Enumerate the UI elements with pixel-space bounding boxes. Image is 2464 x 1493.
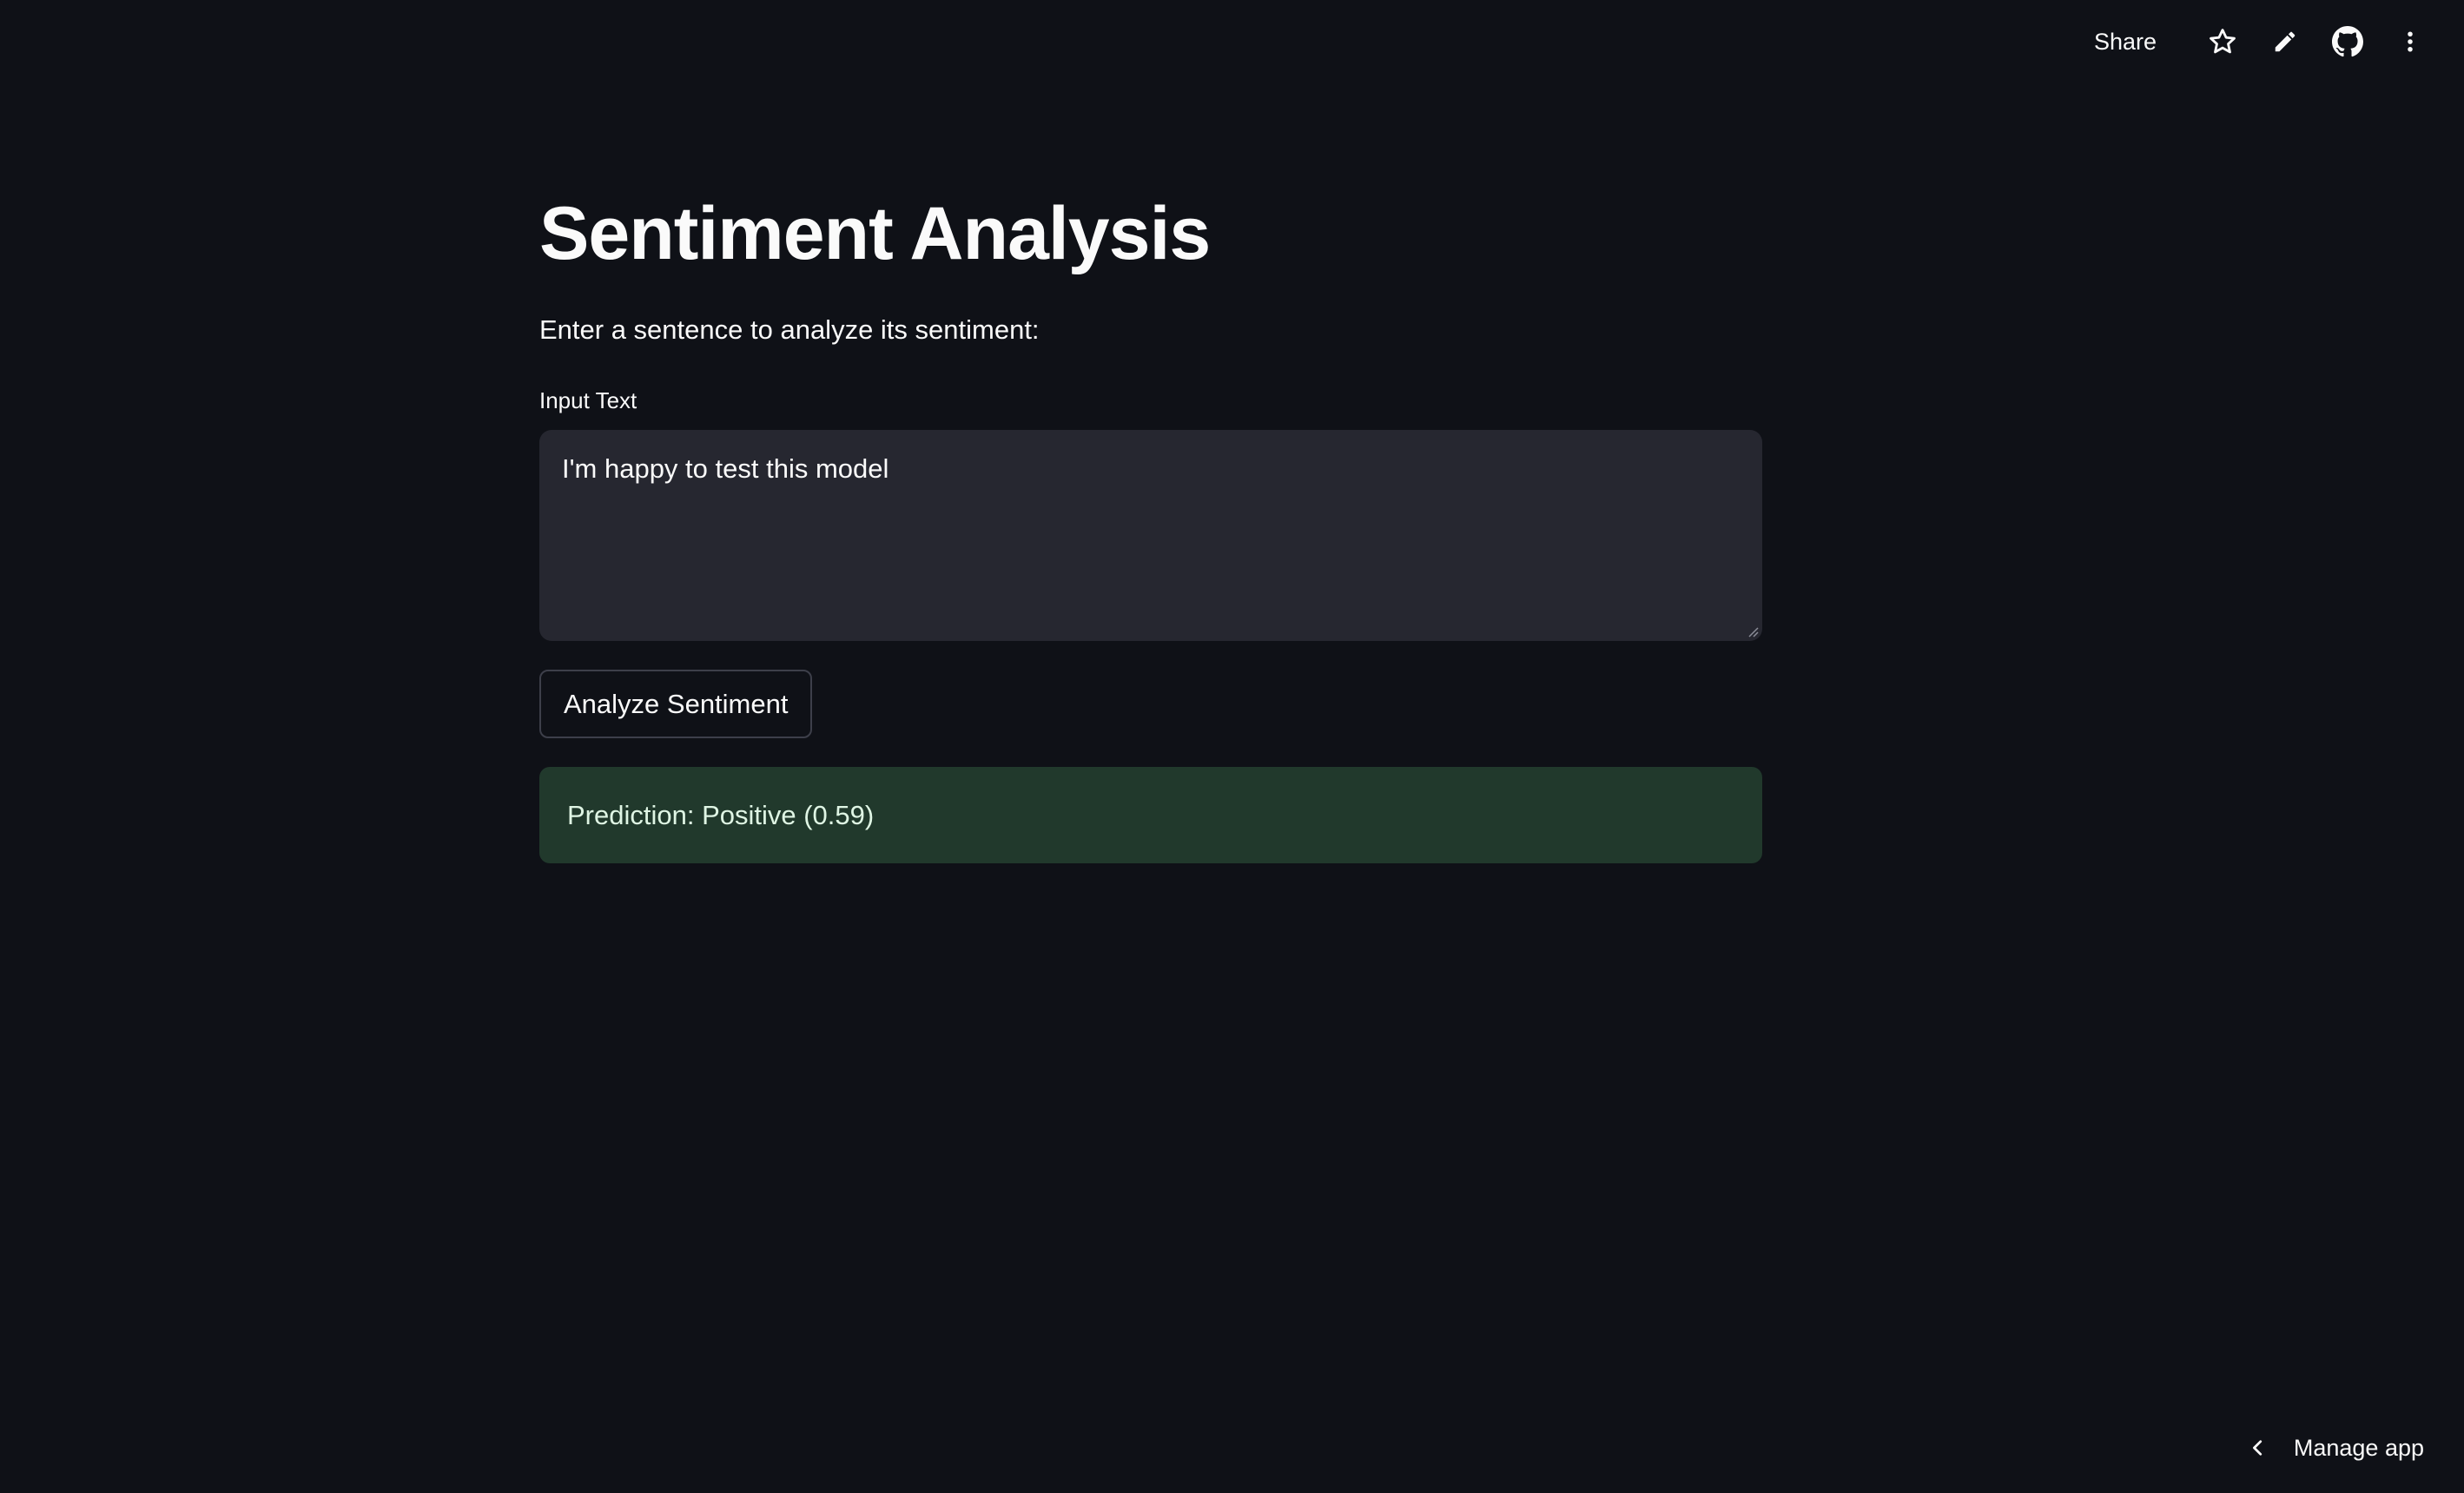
input-text-area[interactable]: I'm happy to test this model [539,430,1762,641]
manage-app-button[interactable]: Manage app [2249,1422,2424,1474]
share-button[interactable]: Share [2082,22,2169,63]
pencil-icon[interactable] [2263,19,2308,64]
input-text-label: Input Text [539,387,637,413]
more-vertical-icon[interactable] [2388,19,2433,64]
page-title: Sentiment Analysis [539,192,1211,275]
analyze-sentiment-button[interactable]: Analyze Sentiment [539,670,813,738]
prediction-result-text: Prediction: Positive (0.59) [567,799,875,830]
app-toolbar: Share [2082,17,2433,66]
page-subtitle: Enter a sentence to analyze its sentimen… [539,314,1040,345]
prediction-result-alert: Prediction: Positive (0.59) [539,767,1762,863]
manage-app-label: Manage app [2293,1434,2424,1461]
github-icon[interactable] [2325,19,2370,64]
input-text-container: I'm happy to test this model [539,430,1762,641]
star-icon[interactable] [2200,19,2245,64]
resize-handle-icon[interactable] [1745,624,1759,637]
chevron-left-icon [2249,1438,2268,1457]
